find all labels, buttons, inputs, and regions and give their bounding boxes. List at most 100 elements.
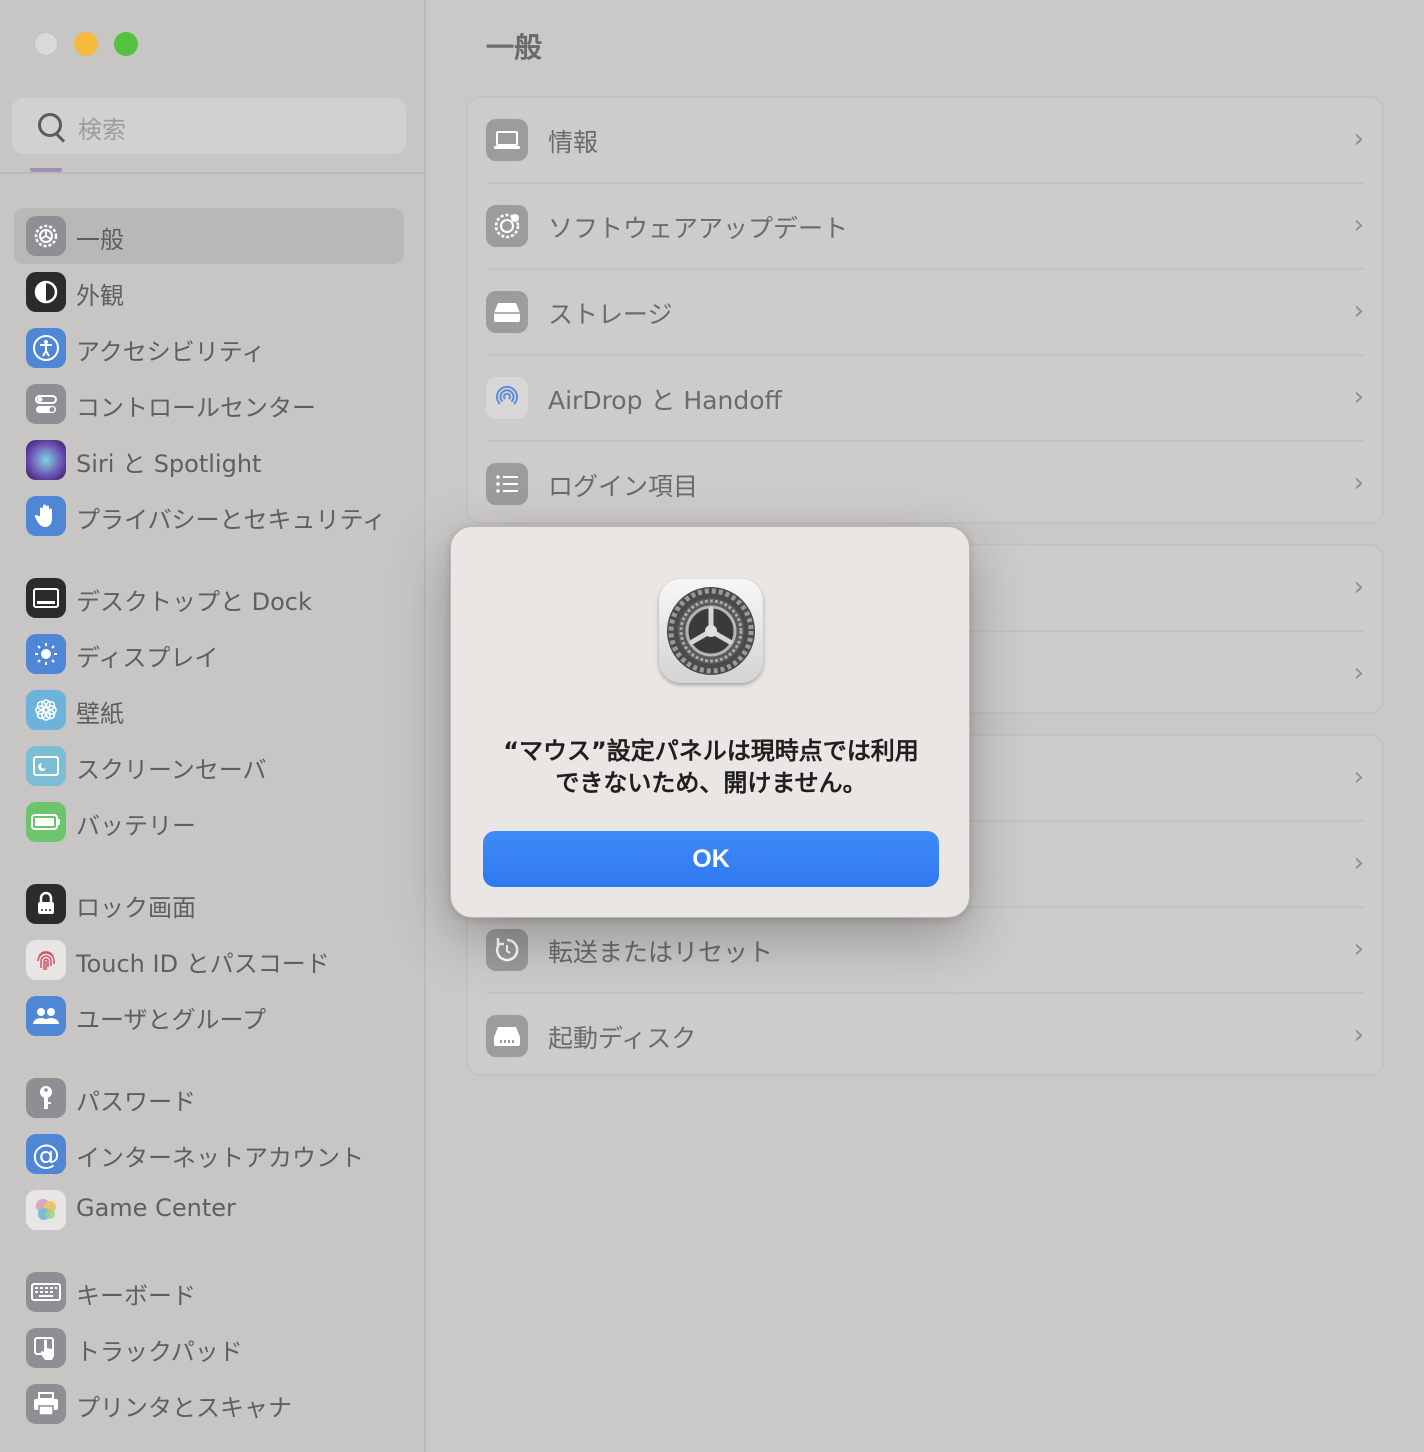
sidebar-item-label: インターネットアカウント <box>76 1144 364 1172</box>
sidebar-item-battery[interactable]: バッテリー <box>14 794 404 850</box>
sidebar-item-label: パスワード <box>76 1088 196 1116</box>
chevron-right-icon: › <box>1353 762 1364 792</box>
keyboard-icon <box>26 1272 66 1312</box>
sidebar-item-printers-scanners[interactable]: プリンタとスキャナ <box>14 1376 404 1432</box>
sidebar-item-keyboard[interactable]: キーボード <box>14 1264 404 1320</box>
printer-icon <box>26 1384 66 1424</box>
row-about[interactable]: 情報 › <box>468 98 1382 184</box>
sidebar-item-appearance[interactable]: 外観 <box>14 264 404 320</box>
zoom-window-button[interactable] <box>114 32 138 56</box>
sidebar-item-wallpaper[interactable]: 壁紙 <box>14 682 404 738</box>
sidebar-item-label: キーボード <box>76 1282 196 1310</box>
gear-icon <box>26 216 66 256</box>
sidebar-item-label: Siri と Spotlight <box>76 450 262 478</box>
row-label: ストレージ <box>548 300 673 329</box>
page-title: 一般 <box>486 31 543 64</box>
sidebar-item-label: コントロールセンター <box>76 394 316 422</box>
chevron-right-icon: › <box>1353 572 1364 602</box>
ok-button[interactable]: OK <box>483 831 939 887</box>
close-window-button[interactable] <box>34 32 58 56</box>
fingerprint-icon <box>26 940 66 980</box>
software-update-icon <box>486 205 528 247</box>
battery-icon <box>26 802 66 842</box>
trackpad-icon <box>26 1328 66 1368</box>
settings-group-1: 情報 › ソフトウェアアップデート › ストレージ › AirDrop と Ha… <box>466 96 1384 524</box>
sidebar-item-control-center[interactable]: コントロールセンター <box>14 376 404 432</box>
chevron-right-icon: › <box>1353 296 1364 326</box>
hand-icon <box>26 496 66 536</box>
chevron-right-icon: › <box>1353 1020 1364 1050</box>
accessibility-icon <box>26 328 66 368</box>
sidebar-item-screensaver[interactable]: スクリーンセーバ <box>14 738 404 794</box>
alert-dialog: “マウス”設定パネルは現時点では利用 できないため、開けません。 OK <box>450 526 970 918</box>
dock-icon <box>26 578 66 618</box>
sidebar-item-displays[interactable]: ディスプレイ <box>14 626 404 682</box>
sidebar-item-siri-spotlight[interactable]: Siri と Spotlight <box>14 432 404 488</box>
row-label: ソフトウェアアップデート <box>548 214 849 243</box>
sidebar-item-label: ディスプレイ <box>76 644 219 672</box>
list-icon <box>486 463 528 505</box>
users-icon <box>26 996 66 1036</box>
sidebar-item-privacy-security[interactable]: プライバシーとセキュリティ <box>14 488 404 544</box>
lock-icon <box>26 884 66 924</box>
airdrop-icon <box>486 377 528 419</box>
row-label: ログイン項目 <box>548 472 699 501</box>
sidebar-item-accessibility[interactable]: アクセシビリティ <box>14 320 404 376</box>
sidebar-item-label: Touch ID とパスコード <box>76 950 330 978</box>
appearance-icon <box>26 272 66 312</box>
sidebar-item-label: トラックパッド <box>76 1338 243 1366</box>
row-label: AirDrop と Handoff <box>548 386 782 415</box>
game-center-icon <box>26 1190 66 1230</box>
search-icon <box>38 113 62 137</box>
row-storage[interactable]: ストレージ › <box>468 270 1382 356</box>
sidebar-item-passwords[interactable]: パスワード <box>14 1070 404 1126</box>
row-transfer-reset[interactable]: 転送またはリセット › <box>468 908 1382 994</box>
sidebar-item-label: ロック画面 <box>76 894 196 922</box>
sidebar-item-label: バッテリー <box>76 812 196 840</box>
sidebar-item-trackpad[interactable]: トラックパッド <box>14 1320 404 1376</box>
screensaver-icon <box>26 746 66 786</box>
reset-icon <box>486 929 528 971</box>
row-startup-disk[interactable]: 起動ディスク › <box>468 994 1382 1080</box>
sidebar-item-label: ユーザとグループ <box>76 1006 267 1034</box>
row-airdrop-handoff[interactable]: AirDrop と Handoff › <box>468 356 1382 442</box>
row-label: 転送またはリセット <box>548 938 774 967</box>
sidebar-item-users-groups[interactable]: ユーザとグループ <box>14 988 404 1044</box>
sidebar-item-game-center[interactable]: Game Center <box>14 1182 404 1238</box>
sidebar-divider <box>0 172 424 174</box>
sidebar-item-label: 一般 <box>76 226 124 254</box>
sidebar-item-lock-screen[interactable]: ロック画面 <box>14 876 404 932</box>
minimize-window-button[interactable] <box>74 32 98 56</box>
sidebar-item-label: 外観 <box>76 282 124 310</box>
row-software-update[interactable]: ソフトウェアアップデート › <box>468 184 1382 270</box>
search-placeholder: 検索 <box>78 116 126 144</box>
wallpaper-flower-icon <box>26 690 66 730</box>
sidebar-item-general[interactable]: 一般 <box>14 208 404 264</box>
alert-message-line: できないため、開けません。 <box>555 769 867 797</box>
sidebar-item-internet-accounts[interactable]: @ インターネットアカウント <box>14 1126 404 1182</box>
key-icon <box>26 1078 66 1118</box>
chevron-right-icon: › <box>1353 124 1364 154</box>
sidebar-item-label: 壁紙 <box>76 700 124 728</box>
sidebar-item-label: デスクトップと Dock <box>76 588 312 616</box>
at-sign-icon: @ <box>26 1134 66 1174</box>
row-login-items[interactable]: ログイン項目 › <box>468 442 1382 528</box>
chevron-right-icon: › <box>1353 382 1364 412</box>
sidebar-item-desktop-dock[interactable]: デスクトップと Dock <box>14 570 404 626</box>
control-center-icon <box>26 384 66 424</box>
search-field[interactable]: 検索 <box>12 98 406 154</box>
sidebar-item-label: アクセシビリティ <box>76 338 266 366</box>
storage-drive-icon <box>486 291 528 333</box>
startup-disk-icon <box>486 1015 528 1057</box>
siri-icon <box>26 440 66 480</box>
sidebar: 検索 一般 外観 アクセシビリティ コントロールセンター Siri と Spot… <box>0 0 426 1452</box>
chevron-right-icon: › <box>1353 468 1364 498</box>
display-brightness-icon <box>26 634 66 674</box>
chevron-right-icon: › <box>1353 210 1364 240</box>
chevron-right-icon: › <box>1353 848 1364 878</box>
row-label: 情報 <box>548 128 599 157</box>
sidebar-item-label: スクリーンセーバ <box>76 756 267 784</box>
sidebar-item-label: Game Center <box>76 1194 236 1222</box>
sidebar-item-touch-id[interactable]: Touch ID とパスコード <box>14 932 404 988</box>
alert-message-line: “マウス”設定パネルは現時点では利用 <box>503 737 919 765</box>
